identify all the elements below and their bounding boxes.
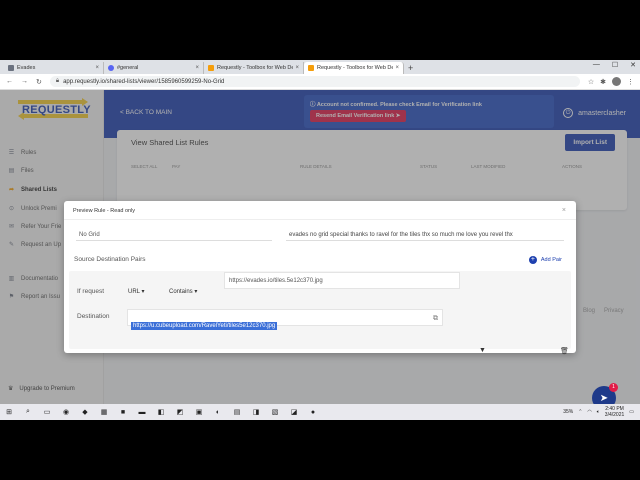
section-title: Source Destination Pairs xyxy=(74,256,146,263)
app-icon[interactable]: ◆ xyxy=(80,407,90,417)
extensions-area: ☆ ✱ ⋮ xyxy=(588,77,634,86)
plus-icon: + xyxy=(528,256,537,264)
address-bar: ← → ↻ 🔒︎ app.requestly.io/shared-lists/v… xyxy=(0,74,640,90)
url-text: app.requestly.io/shared-lists/viewer/158… xyxy=(63,78,225,85)
source-url-input[interactable]: https://evades.io/tiles.5e12c370.jpg xyxy=(224,272,460,289)
tab-close-icon[interactable]: × xyxy=(295,65,299,71)
if-request-label: If request xyxy=(77,288,105,295)
operator-dropdown[interactable]: Contains ▾ xyxy=(169,288,197,295)
trash-icon[interactable]: 🗑︎ xyxy=(560,347,569,355)
preview-rule-modal: Preview Rule - Read only × No Grid evade… xyxy=(64,201,576,355)
star-icon[interactable]: ☆ xyxy=(588,78,594,86)
app-icon[interactable]: ▣ xyxy=(194,407,204,417)
volume-icon[interactable]: 🔈︎ xyxy=(597,409,600,415)
tab-close-icon[interactable]: × xyxy=(195,65,199,71)
tab-favicon-icon xyxy=(108,65,114,71)
minimize-icon[interactable]: — xyxy=(593,61,600,69)
forward-arrow-icon[interactable]: → xyxy=(21,78,28,85)
close-icon[interactable]: × xyxy=(562,207,566,214)
task-view-icon[interactable]: ▭ xyxy=(42,407,52,417)
chrome-icon[interactable]: ◉ xyxy=(61,407,71,417)
new-tab-icon[interactable]: + xyxy=(408,62,413,74)
app-icon[interactable]: ● xyxy=(308,407,318,417)
menu-dots-icon[interactable]: ⋮ xyxy=(627,78,634,86)
tab-favicon-icon xyxy=(8,65,14,71)
url-field[interactable]: 🔒︎ app.requestly.io/shared-lists/viewer/… xyxy=(49,76,580,87)
browser-tab-active[interactable]: Requestly - Toolbox for Web Dev × xyxy=(304,62,404,74)
browser-tab[interactable]: Requestly - Toolbox for Web Dev × xyxy=(204,62,304,74)
tab-label: Evades xyxy=(17,65,36,71)
store-icon[interactable]: ■ xyxy=(118,407,128,417)
rule-description-field[interactable]: evades no grid special thanks to ravel f… xyxy=(286,229,564,241)
tab-close-icon[interactable]: × xyxy=(395,65,399,71)
tab-label: #general xyxy=(117,65,139,71)
modal-title: Preview Rule - Read only xyxy=(73,208,136,214)
search-icon[interactable]: ⌕ xyxy=(23,407,33,417)
profile-avatar[interactable] xyxy=(612,77,621,86)
add-pair-button[interactable]: + Add Pair xyxy=(528,256,562,264)
chevron-up-icon[interactable]: ⌃ xyxy=(578,409,582,415)
add-pair-label: Add Pair xyxy=(540,257,562,263)
browser-tab-bar: Evades × #general × Requestly - Toolbox … xyxy=(0,60,640,74)
destination-url-text: https://u.cubeupload.com/RavelYeti/tiles… xyxy=(131,322,278,330)
source-type-value: URL xyxy=(128,289,140,295)
tab-close-icon[interactable]: × xyxy=(95,65,99,71)
destination-url-input[interactable]: https://u.cubeupload.com/RavelYeti/tiles… xyxy=(127,309,443,330)
app: REQUESTLY ☰ Rules ▤ Files ➦ Shared Lists… xyxy=(0,90,640,410)
close-window-icon[interactable]: ✕ xyxy=(630,61,636,69)
chat-badge: 1 xyxy=(609,383,618,392)
tab-label: Requestly - Toolbox for Web Dev xyxy=(317,65,394,71)
destination-label: Destination xyxy=(77,313,110,320)
back-arrow-icon[interactable]: ← xyxy=(6,78,13,85)
clock[interactable]: 2:40 PM 3/4/2021 xyxy=(605,406,624,418)
windows-start-icon[interactable]: ⊞ xyxy=(4,407,14,417)
app-icon[interactable]: ▦ xyxy=(99,407,109,417)
copy-icon[interactable]: ⧉ xyxy=(433,315,438,323)
divider xyxy=(64,219,576,220)
filter-icon[interactable]: ▼ xyxy=(479,347,486,354)
tab-label: Requestly - Toolbox for Web Dev xyxy=(217,65,294,71)
window-controls: — ☐ ✕ xyxy=(593,61,636,69)
caret-down-icon: ▾ xyxy=(194,289,198,295)
app-icon[interactable]: ◪ xyxy=(289,407,299,417)
browser-tab[interactable]: Evades × xyxy=(4,62,104,74)
app-icon[interactable]: ◧ xyxy=(156,407,166,417)
maximize-icon[interactable]: ☐ xyxy=(612,61,618,69)
extension-icon[interactable]: ✱ xyxy=(600,78,606,86)
notifications-icon[interactable]: ▭ xyxy=(629,409,634,415)
screen: Evades × #general × Requestly - Toolbox … xyxy=(0,60,640,420)
tab-favicon-icon xyxy=(308,65,314,71)
lock-icon: 🔒︎ xyxy=(55,78,60,84)
caret-down-icon: ▾ xyxy=(141,289,145,295)
app-icon[interactable]: ◨ xyxy=(251,407,261,417)
wifi-icon[interactable]: ◠ xyxy=(587,409,591,415)
app-icon[interactable]: ◩ xyxy=(175,407,185,417)
source-type-dropdown[interactable]: URL ▾ xyxy=(128,288,144,295)
windows-taskbar: ⊞ ⌕ ▭ ◉ ◆ ▦ ■ ▬ ◧ ◩ ▣ ◐ ▤ ◨ ▧ ◪ ● 35% ⌃ … xyxy=(0,404,640,420)
reload-icon[interactable]: ↻ xyxy=(36,78,42,86)
system-tray: 35% ⌃ ◠ 🔈︎ 2:40 PM 3/4/2021 ▭ xyxy=(563,406,634,418)
battery-percent[interactable]: 35% xyxy=(563,409,573,415)
tab-favicon-icon xyxy=(208,65,214,71)
app-icon[interactable]: ▤ xyxy=(232,407,242,417)
chat-icon: ➤ xyxy=(599,392,609,404)
folder-icon[interactable]: ▬ xyxy=(137,407,147,417)
app-icon[interactable]: ▧ xyxy=(270,407,280,417)
rule-name-field[interactable]: No Grid xyxy=(76,229,272,241)
browser-tab[interactable]: #general × xyxy=(104,62,204,74)
clock-date: 3/4/2021 xyxy=(604,412,625,418)
app-icon[interactable]: ◐ xyxy=(213,407,223,417)
operator-value: Contains xyxy=(169,289,193,295)
